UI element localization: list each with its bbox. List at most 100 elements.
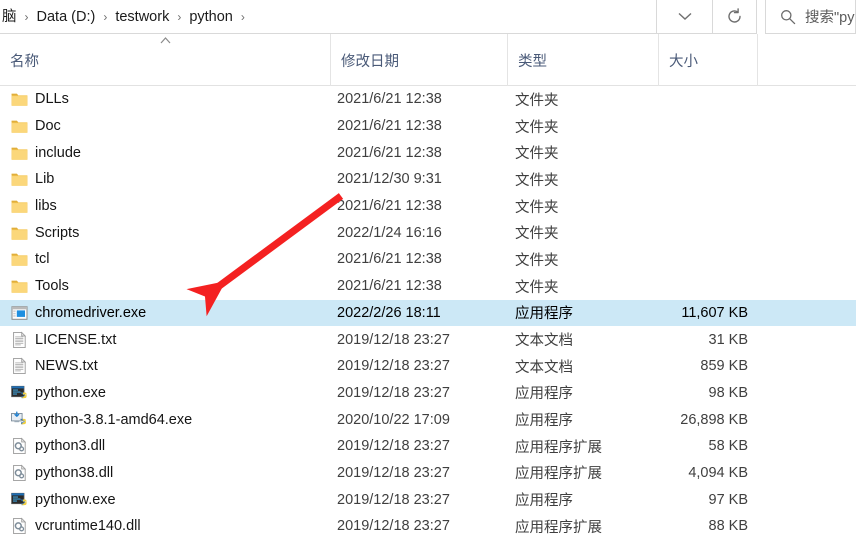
dll-file-icon xyxy=(13,464,27,482)
file-type: 文件夹 xyxy=(515,279,559,296)
file-size: 31 KB xyxy=(708,331,749,348)
file-row[interactable]: chromedriver.exe 2022/2/26 18:11 应用程序 11,60… xyxy=(0,299,856,327)
folder-icon xyxy=(11,227,28,240)
file-name: python.exe xyxy=(35,384,106,401)
file-row[interactable]: vcruntime140.dll 2019/12/18 23:27 应用程序扩展 88… xyxy=(0,513,856,540)
file-date-modified: 2021/6/21 12:38 xyxy=(337,198,442,215)
address-bar: 脑 › Data (D:) › testwork › python › 搜索"p… xyxy=(0,0,856,34)
breadcrumb-separator: › xyxy=(177,9,182,24)
file-type: 文件夹 xyxy=(515,226,559,243)
file-name: libs xyxy=(35,198,57,215)
file-type: 文件夹 xyxy=(515,92,559,109)
file-date-modified: 2019/12/18 23:27 xyxy=(337,518,450,535)
file-date-modified: 2021/6/21 12:38 xyxy=(337,251,442,268)
folder-icon xyxy=(11,254,28,267)
refresh-icon xyxy=(728,8,741,23)
file-date-modified: 2019/12/18 23:27 xyxy=(337,358,450,375)
file-date-modified: 2019/12/18 23:27 xyxy=(337,331,450,348)
breadcrumb[interactable]: 脑 › Data (D:) › testwork › python › xyxy=(0,0,657,34)
folder-icon xyxy=(11,94,28,107)
file-row[interactable]: Doc 2021/6/21 12:38 文件夹 xyxy=(0,113,856,140)
breadcrumb-separator: › xyxy=(103,9,108,24)
file-name: NEWS.txt xyxy=(35,358,98,375)
file-row[interactable]: Scripts 2022/1/24 16:16 文件夹 xyxy=(0,219,856,246)
file-row[interactable]: NEWS.txt 2019/12/18 23:27 文本文档 859 KB xyxy=(0,353,856,380)
file-date-modified: 2021/6/21 12:38 xyxy=(337,118,442,135)
address-dropdown-button[interactable] xyxy=(657,0,713,34)
file-row[interactable]: include 2021/6/21 12:38 文件夹 xyxy=(0,139,856,166)
refresh-button[interactable] xyxy=(713,0,757,34)
folder-icon xyxy=(11,174,28,187)
file-date-modified: 2019/12/18 23:27 xyxy=(337,464,450,481)
file-row[interactable]: python38.dll 2019/12/18 23:27 应用程序扩展 4,094 … xyxy=(0,460,856,487)
file-name: Doc xyxy=(35,118,61,135)
file-row[interactable]: pythonw.exe 2019/12/18 23:27 应用程序 97 KB xyxy=(0,486,856,513)
file-name: python38.dll xyxy=(35,464,114,481)
file-type: 文本文档 xyxy=(515,333,573,350)
file-type: 应用程序扩展 xyxy=(515,466,602,483)
file-date-modified: 2021/6/21 12:38 xyxy=(337,278,442,295)
application-icon xyxy=(11,306,28,320)
file-size: 4,094 KB xyxy=(688,464,748,481)
file-type: 文件夹 xyxy=(515,252,559,269)
chevron-down-icon xyxy=(678,12,691,20)
file-row[interactable]: Lib 2021/12/30 9:31 文件夹 xyxy=(0,166,856,193)
file-date-modified: 2021/6/21 12:38 xyxy=(337,91,442,108)
file-name: vcruntime140.dll xyxy=(35,518,141,535)
file-type: 文件夹 xyxy=(515,172,559,189)
file-type: 文件夹 xyxy=(515,199,559,216)
file-name: python-3.8.1-amd64.exe xyxy=(35,411,193,428)
folder-icon xyxy=(11,200,28,213)
file-name: pythonw.exe xyxy=(35,491,116,508)
file-name: chromedriver.exe xyxy=(35,304,147,321)
file-row[interactable]: python-3.8.1-amd64.exe 2020/10/22 17:09 应用… xyxy=(0,406,856,433)
file-type: 文件夹 xyxy=(515,146,559,163)
file-type: 应用程序 xyxy=(515,306,573,323)
breadcrumb-item-1[interactable]: Data (D:) xyxy=(31,1,102,33)
file-size: 859 KB xyxy=(700,358,748,375)
file-name: Tools xyxy=(35,278,69,295)
file-list[interactable]: DLLs 2021/6/21 12:38 文件夹 Doc 2021/6/21 12:38… xyxy=(0,86,856,546)
file-date-modified: 2022/2/26 18:11 xyxy=(337,304,441,321)
text-file-icon xyxy=(13,357,27,375)
file-row[interactable]: LICENSE.txt 2019/12/18 23:27 文本文档 31 KB xyxy=(0,326,856,353)
column-header-row: 名称 修改日期 类型 大小 xyxy=(0,34,856,86)
breadcrumb-separator: › xyxy=(240,9,245,24)
column-header-size[interactable]: 大小 xyxy=(658,34,757,86)
file-date-modified: 2019/12/18 23:27 xyxy=(337,384,450,401)
search-box[interactable]: 搜索"py xyxy=(765,0,856,34)
file-type: 应用程序 xyxy=(515,413,573,430)
file-type: 文件夹 xyxy=(515,119,559,136)
file-name: DLLs xyxy=(35,91,69,108)
file-row[interactable]: libs 2021/6/21 12:38 文件夹 xyxy=(0,193,856,220)
text-file-icon xyxy=(13,331,27,348)
file-type: 应用程序扩展 xyxy=(515,439,602,456)
folder-icon xyxy=(11,280,28,293)
file-date-modified: 2019/12/18 23:27 xyxy=(337,491,450,508)
file-size: 11,607 KB xyxy=(681,304,748,321)
file-date-modified: 2021/12/30 9:31 xyxy=(337,171,442,188)
column-header-date[interactable]: 修改日期 xyxy=(330,34,507,86)
file-row[interactable]: tcl 2021/6/21 12:38 文件夹 xyxy=(0,246,856,273)
search-input[interactable]: 搜索"py xyxy=(805,6,854,27)
python-exe-icon xyxy=(11,492,27,505)
file-row[interactable]: Tools 2021/6/21 12:38 文件夹 xyxy=(0,273,856,300)
file-row[interactable]: python3.dll 2019/12/18 23:27 应用程序扩展 58 KB xyxy=(0,433,856,460)
file-row[interactable]: DLLs 2021/6/21 12:38 文件夹 xyxy=(0,86,856,113)
breadcrumb-item-2[interactable]: testwork xyxy=(109,1,175,33)
file-name: include xyxy=(35,144,81,161)
file-name: LICENSE.txt xyxy=(35,331,117,348)
file-name: python3.dll xyxy=(35,438,106,455)
file-size: 88 KB xyxy=(708,518,749,535)
column-header-name[interactable]: 名称 xyxy=(0,34,330,86)
file-row[interactable]: python.exe 2019/12/18 23:27 应用程序 98 KB xyxy=(0,380,856,407)
breadcrumb-item-0[interactable]: 脑 xyxy=(2,1,23,33)
breadcrumb-separator: › xyxy=(24,9,29,24)
folder-icon xyxy=(11,147,28,160)
column-header-type[interactable]: 类型 xyxy=(507,34,658,86)
dll-file-icon xyxy=(13,517,27,535)
file-type: 应用程序扩展 xyxy=(515,519,602,536)
breadcrumb-item-3[interactable]: python xyxy=(183,1,239,33)
column-header-spacer[interactable] xyxy=(757,34,856,86)
dll-file-icon xyxy=(13,437,27,455)
